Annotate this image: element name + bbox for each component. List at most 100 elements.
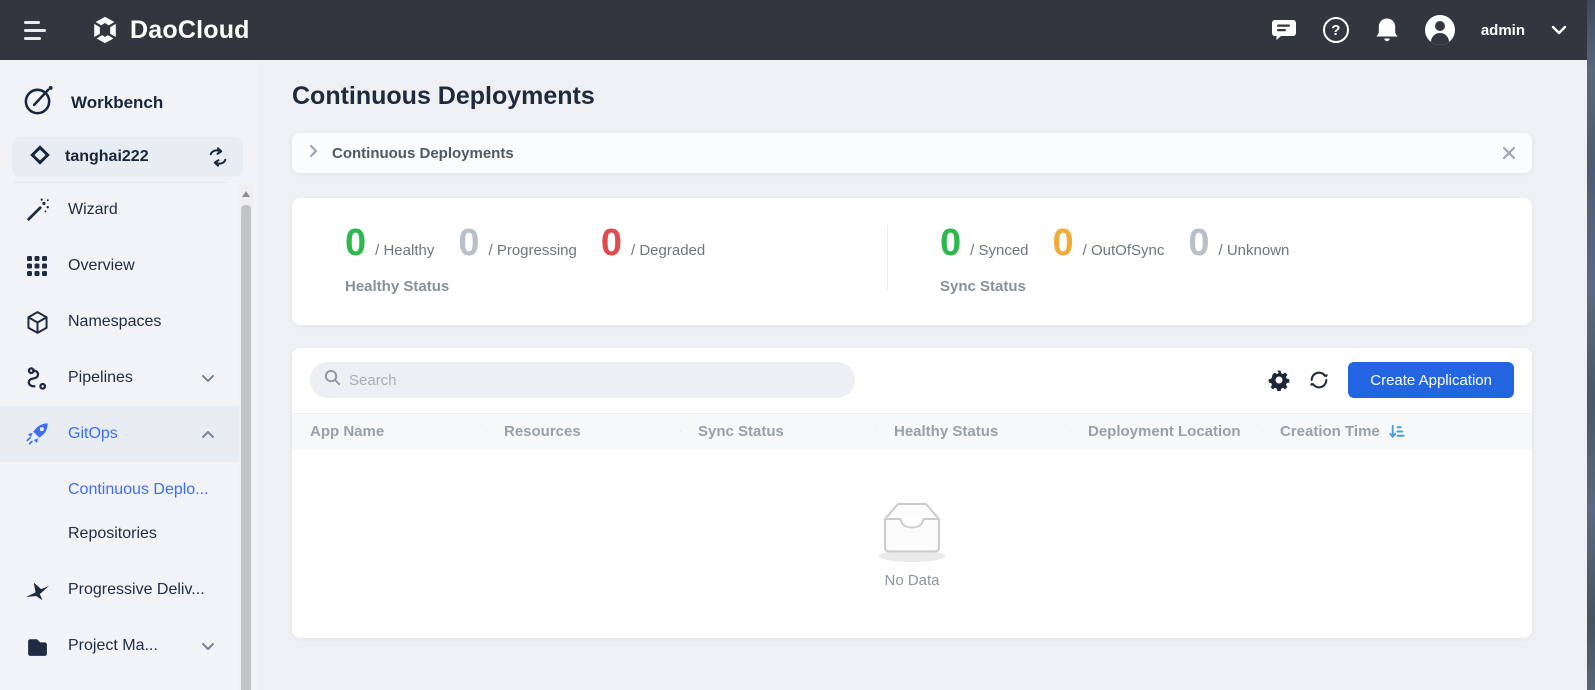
table-actions: Create Application bbox=[1268, 362, 1514, 398]
chevron-up-icon bbox=[201, 430, 215, 439]
main-content: Continuous Deployments Continuous Deploy… bbox=[257, 60, 1587, 690]
sidebar-item-label: GitOps bbox=[68, 425, 118, 443]
stat-label: / Progressing bbox=[488, 242, 576, 259]
sidebar-subitem-continuous-deployments[interactable]: Continuous Deplo... bbox=[0, 468, 239, 512]
sync-status-title: Sync Status bbox=[940, 278, 1289, 295]
stat-value: 0 bbox=[345, 224, 366, 262]
scrollbar-thumb[interactable] bbox=[241, 205, 251, 690]
column-header-label: Creation Time bbox=[1280, 423, 1380, 440]
sync-status-group: 0 / Synced 0 / OutOfSync 0 / Unknown Syn… bbox=[940, 224, 1289, 295]
search-input[interactable] bbox=[349, 372, 841, 389]
applications-table-card: Create Application App Name Resources Sy… bbox=[292, 348, 1532, 638]
sidebar-item-namespaces[interactable]: Namespaces bbox=[0, 294, 239, 350]
sort-descending-icon[interactable] bbox=[1388, 423, 1405, 440]
page-title: Continuous Deployments bbox=[292, 82, 595, 111]
stat-label: / Healthy bbox=[375, 242, 434, 259]
stat-value: 0 bbox=[458, 224, 479, 262]
column-header-healthy-status[interactable]: Healthy Status bbox=[876, 423, 1070, 440]
rocket-icon bbox=[24, 421, 50, 447]
bird-icon bbox=[24, 577, 50, 603]
breadcrumb-current: Continuous Deployments bbox=[332, 145, 514, 162]
stat-label: / Synced bbox=[970, 242, 1028, 259]
user-avatar[interactable] bbox=[1425, 15, 1455, 45]
healthy-status-group: 0 / Healthy 0 / Progressing 0 / Degraded… bbox=[345, 224, 705, 295]
stat-value: 0 bbox=[940, 224, 961, 262]
stats-divider bbox=[887, 226, 888, 290]
stat-value: 0 bbox=[1053, 224, 1074, 262]
close-icon[interactable] bbox=[1502, 146, 1516, 160]
sidebar-item-label: Namespaces bbox=[68, 313, 161, 331]
sidebar-subitem-label: Continuous Deplo... bbox=[68, 481, 209, 499]
sidebar-subitem-repositories[interactable]: Repositories bbox=[0, 512, 239, 556]
switch-workspace-icon[interactable] bbox=[207, 147, 229, 167]
stat-degraded: 0 / Degraded bbox=[601, 224, 705, 262]
stat-outofsync: 0 / OutOfSync bbox=[1053, 224, 1165, 262]
brand: DaoCloud bbox=[90, 15, 250, 45]
sidebar-item-label: Overview bbox=[68, 257, 135, 275]
workbench-icon bbox=[22, 84, 55, 122]
notifications-bell-icon[interactable] bbox=[1375, 17, 1399, 43]
table-toolbar: Create Application bbox=[292, 348, 1532, 398]
empty-state-text: No Data bbox=[884, 572, 939, 589]
column-header-resources[interactable]: Resources bbox=[486, 423, 680, 440]
scroll-up-arrow-icon[interactable] bbox=[242, 191, 250, 197]
pipeline-icon bbox=[24, 366, 50, 391]
sidebar-item-label: Project Ma... bbox=[68, 637, 158, 655]
grid-icon bbox=[24, 255, 50, 277]
folder-icon bbox=[24, 634, 50, 659]
chevron-down-icon bbox=[201, 642, 215, 651]
sidebar-subitem-label: Repositories bbox=[68, 525, 157, 543]
messages-icon[interactable] bbox=[1271, 19, 1297, 42]
topbar: DaoCloud ? admin bbox=[0, 0, 1595, 60]
stat-healthy: 0 / Healthy bbox=[345, 224, 434, 262]
column-header-deployment-location[interactable]: Deployment Location bbox=[1070, 423, 1262, 440]
search-box[interactable] bbox=[310, 362, 855, 398]
sidebar-scrollbar[interactable] bbox=[239, 185, 253, 690]
sidebar-item-project-management[interactable]: Project Ma... bbox=[0, 618, 239, 674]
stat-unknown: 0 / Unknown bbox=[1188, 224, 1289, 262]
column-header-app-name[interactable]: App Name bbox=[292, 423, 486, 440]
breadcrumb: Continuous Deployments bbox=[292, 133, 1532, 173]
create-application-button[interactable]: Create Application bbox=[1348, 362, 1514, 398]
workspace-name: tanghai222 bbox=[65, 148, 149, 166]
workspace-selector[interactable]: tanghai222 bbox=[12, 137, 243, 177]
column-header-sync-status[interactable]: Sync Status bbox=[680, 423, 876, 440]
sidebar-item-progressive-delivery[interactable]: Progressive Deliv... bbox=[0, 562, 239, 618]
user-menu-chevron-down-icon[interactable] bbox=[1551, 25, 1567, 35]
sidebar-item-label: Progressive Deliv... bbox=[68, 581, 205, 599]
user-name[interactable]: admin bbox=[1481, 22, 1525, 39]
sidebar-item-wizard[interactable]: Wizard bbox=[0, 182, 239, 238]
status-summary-card: 0 / Healthy 0 / Progressing 0 / Degraded… bbox=[292, 198, 1532, 325]
menu-toggle-icon[interactable] bbox=[24, 21, 46, 40]
cube-icon bbox=[24, 310, 50, 335]
stat-value: 0 bbox=[601, 224, 622, 262]
chevron-down-icon bbox=[201, 374, 215, 383]
stat-value: 0 bbox=[1188, 224, 1209, 262]
sidebar-item-pipelines[interactable]: Pipelines bbox=[0, 350, 239, 406]
stat-label: / OutOfSync bbox=[1083, 242, 1165, 259]
stat-label: / Degraded bbox=[631, 242, 705, 259]
column-header-creation-time[interactable]: Creation Time bbox=[1262, 423, 1460, 440]
topbar-actions: ? admin bbox=[1271, 15, 1567, 45]
sidebar-item-gitops[interactable]: GitOps bbox=[0, 406, 239, 462]
help-icon[interactable]: ? bbox=[1323, 17, 1349, 43]
sidebar-item-overview[interactable]: Overview bbox=[0, 238, 239, 294]
empty-inbox-icon bbox=[872, 499, 952, 568]
daocloud-logo-icon bbox=[90, 15, 120, 45]
sidebar-item-workbench[interactable]: Workbench bbox=[22, 84, 163, 122]
stat-progressing: 0 / Progressing bbox=[458, 224, 577, 262]
sidebar-item-label: Pipelines bbox=[68, 369, 133, 387]
sidebar-item-label: Wizard bbox=[68, 201, 118, 219]
window-edge-strip[interactable] bbox=[1587, 0, 1595, 690]
sidebar: Workbench tanghai222 bbox=[0, 60, 257, 690]
sidebar-menu: Wizard Overview Names bbox=[0, 182, 239, 674]
brand-name: DaoCloud bbox=[130, 16, 250, 45]
workspace-icon bbox=[28, 143, 52, 172]
stat-label: / Unknown bbox=[1219, 242, 1290, 259]
refresh-icon[interactable] bbox=[1308, 369, 1330, 391]
healthy-status-title: Healthy Status bbox=[345, 278, 705, 295]
settings-gear-icon[interactable] bbox=[1268, 369, 1290, 391]
empty-state: No Data bbox=[292, 449, 1532, 638]
breadcrumb-chevron-icon[interactable] bbox=[309, 144, 318, 163]
workbench-label: Workbench bbox=[71, 93, 163, 113]
